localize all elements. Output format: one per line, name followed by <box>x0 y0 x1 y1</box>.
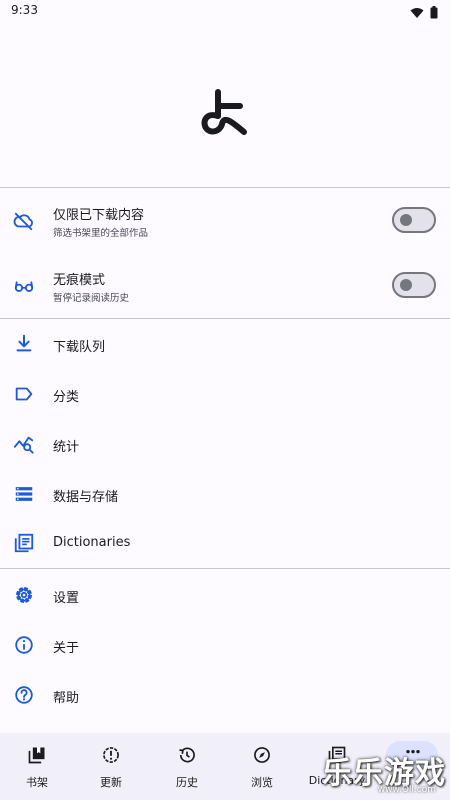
status-icons <box>410 4 438 23</box>
toggle-row-downloaded-only[interactable]: 仅限已下载内容 筛选书架里的全部作品 <box>0 190 450 252</box>
updates-icon <box>101 745 121 765</box>
history-icon <box>177 745 197 765</box>
nav-label: 浏览 <box>251 776 273 789</box>
status-time: 9:33 <box>11 3 38 17</box>
toggle-subtitle: 暂停记录阅读历史 <box>53 293 130 304</box>
browse-icon <box>252 745 272 765</box>
nav-label: 书架 <box>26 776 48 789</box>
menu-item-dictionaries[interactable]: Dictionaries <box>0 519 450 567</box>
stats-icon <box>13 433 35 455</box>
menu-label: 分类 <box>53 390 80 405</box>
watermark-url: www.Oll.com <box>377 785 436 795</box>
toggle-subtitle: 筛选书架里的全部作品 <box>53 228 149 239</box>
info-icon <box>13 634 35 656</box>
nav-item-history[interactable]: 历史 <box>150 733 224 800</box>
toggle-title: 仅限已下载内容 <box>53 208 145 223</box>
switch-thumb <box>400 214 412 226</box>
nav-label: 历史 <box>176 776 198 789</box>
download-icon <box>13 333 35 355</box>
menu-label: 下载队列 <box>53 340 106 355</box>
menu-item-categories[interactable]: 分类 <box>0 370 450 418</box>
menu-item-settings[interactable]: 设置 <box>0 571 450 619</box>
wifi-icon <box>410 4 424 23</box>
menu-label: 数据与存储 <box>53 490 119 505</box>
label-icon <box>13 383 35 405</box>
menu-label: 统计 <box>53 440 80 455</box>
menu-item-about[interactable]: 关于 <box>0 621 450 669</box>
menu-item-download-queue[interactable]: 下载队列 <box>0 320 450 368</box>
menu-item-help[interactable]: 帮助 <box>0 671 450 719</box>
storage-icon <box>13 483 35 505</box>
toggle-row-incognito[interactable]: 无痕模式 暂停记录阅读历史 <box>0 255 450 317</box>
menu-item-data-storage[interactable]: 数据与存储 <box>0 470 450 518</box>
nav-item-browse[interactable]: 浏览 <box>225 733 299 800</box>
incognito-switch[interactable] <box>392 272 436 298</box>
nav-label: 更新 <box>100 776 122 789</box>
help-icon <box>13 684 35 706</box>
toggle-title: 无痕模式 <box>53 273 106 288</box>
downloaded-only-switch[interactable] <box>392 207 436 233</box>
divider <box>0 187 450 188</box>
divider <box>0 568 450 569</box>
library-icon <box>27 745 47 765</box>
app-logo <box>200 84 250 140</box>
menu-label: 设置 <box>53 591 80 606</box>
menu-label: Dictionaries <box>53 535 131 550</box>
menu-label: 帮助 <box>53 691 80 706</box>
cloud-off-icon <box>13 210 35 232</box>
switch-thumb <box>400 279 412 291</box>
nav-item-updates[interactable]: 更新 <box>74 733 148 800</box>
watermark: 乐乐游戏 www.Oll.com <box>322 748 446 798</box>
settings-icon <box>13 584 35 606</box>
nav-item-library[interactable]: 书架 <box>0 733 74 800</box>
dictionary-icon <box>13 532 35 554</box>
glasses-icon <box>13 275 35 297</box>
menu-label: 关于 <box>53 641 80 656</box>
divider <box>0 318 450 319</box>
menu-item-stats[interactable]: 统计 <box>0 420 450 468</box>
battery-icon <box>430 4 438 23</box>
status-bar: 9:33 <box>0 0 450 22</box>
